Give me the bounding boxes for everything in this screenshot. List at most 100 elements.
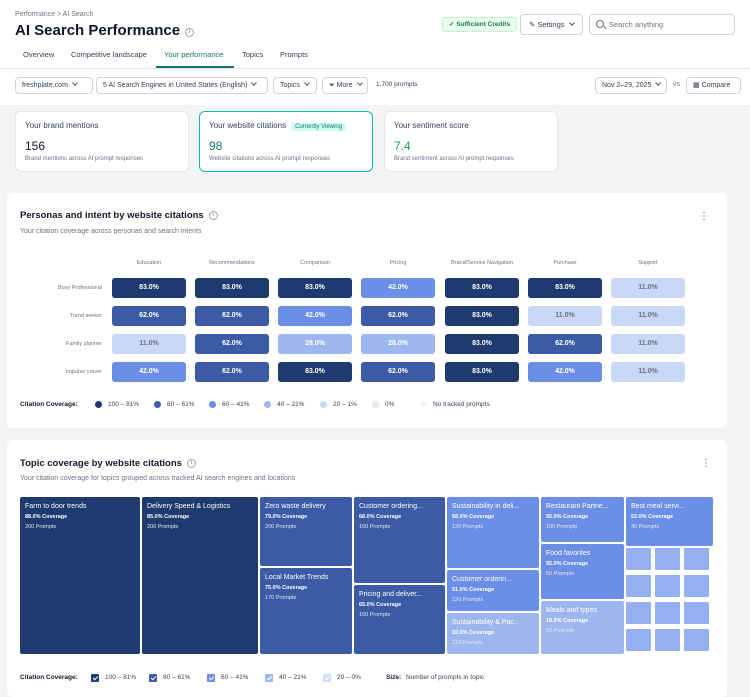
topic-tile-name: Delivery Speed & Logistics: [147, 503, 231, 510]
tab-competitive-landscape[interactable]: Competitive landscape: [71, 50, 147, 59]
topic-tile[interactable]: Sustainability & Pac... 32.0% Coverage 110…: [447, 613, 539, 654]
legend-checkbox[interactable]: [149, 674, 157, 682]
breadcrumb[interactable]: Performance > AI Search: [15, 11, 93, 18]
topic-tile[interactable]: Meals and types 18.0% Coverage 50 Prompts: [541, 601, 624, 654]
more-options-icon[interactable]: ⋮: [701, 459, 711, 469]
heatmap-cell[interactable]: 11.0%: [611, 278, 685, 298]
topic-tile-name: Customer orderin...: [452, 576, 512, 583]
topic-tile-small[interactable]: [684, 629, 709, 651]
heatmap-cell[interactable]: 28.0%: [278, 334, 352, 354]
topic-tile-small[interactable]: [655, 575, 680, 597]
heatmap-cell[interactable]: 42.0%: [361, 278, 435, 298]
heatmap-cell[interactable]: 11.0%: [611, 362, 685, 382]
topic-tile[interactable]: Zero waste delivery 79.0% Coverage 200 Pro…: [260, 497, 352, 566]
heatmap-cell[interactable]: 62.0%: [195, 362, 269, 382]
heatmap-cell[interactable]: 83.0%: [195, 278, 269, 298]
heatmap-cell[interactable]: 83.0%: [445, 334, 519, 354]
metric-card-value: 7.4: [394, 139, 411, 153]
heatmap-cell[interactable]: 83.0%: [528, 278, 602, 298]
topic-tile-name: Meals and types: [546, 607, 597, 614]
heatmap-cell[interactable]: 83.0%: [278, 278, 352, 298]
compare-label: Compare: [701, 82, 731, 89]
heatmap-cell[interactable]: 62.0%: [361, 362, 435, 382]
info-icon[interactable]: i: [185, 28, 195, 37]
legend-item: No tracked prompts: [433, 401, 490, 408]
topics-panel: Topic coverage by website citations i You…: [7, 440, 727, 697]
heatmap-cell[interactable]: 11.0%: [112, 334, 186, 354]
heatmap-cell[interactable]: 83.0%: [278, 362, 352, 382]
tab-your-performance[interactable]: Your performance: [164, 50, 223, 59]
topic-tile-small[interactable]: [626, 602, 651, 624]
topic-tile[interactable]: Customer ordering... 68.0% Coverage 150 Pr…: [354, 497, 445, 583]
heatmap-cell[interactable]: 62.0%: [361, 306, 435, 326]
topics-filter[interactable]: Topics: [273, 77, 317, 94]
heatmap-cell[interactable]: 62.0%: [195, 306, 269, 326]
heatmap-cell[interactable]: 11.0%: [611, 306, 685, 326]
topic-tile-small[interactable]: [684, 575, 709, 597]
tab-topics[interactable]: Topics: [242, 50, 263, 59]
topic-tile-name: Food favorites: [546, 550, 591, 557]
topic-tile[interactable]: Pricing and deliver... 65.0% Coverage 150 …: [354, 585, 445, 654]
topic-tile-small[interactable]: [684, 548, 709, 570]
legend-item: 20 – 1%: [333, 401, 357, 408]
heatmap-cell[interactable]: 83.0%: [445, 362, 519, 382]
topic-tile-small[interactable]: [655, 602, 680, 624]
settings-button[interactable]: ✎ Settings: [520, 14, 583, 35]
tab-prompts[interactable]: Prompts: [280, 50, 308, 59]
topic-tile-prompts: 200 Prompts: [265, 524, 297, 530]
topic-tile-small[interactable]: [684, 602, 709, 624]
heatmap-cell[interactable]: 83.0%: [445, 278, 519, 298]
topic-tile-coverage: 55.0% Coverage: [546, 561, 589, 567]
topic-tile[interactable]: Delivery Speed & Logistics 85.0% Coverage…: [142, 497, 258, 654]
heatmap-cell[interactable]: 42.0%: [112, 362, 186, 382]
compare-button[interactable]: ▦ Compare: [686, 77, 741, 94]
legend-checkbox[interactable]: [323, 674, 331, 682]
legend-checkbox[interactable]: [265, 674, 273, 682]
topic-tile-coverage: 52.0% Coverage: [631, 514, 674, 520]
topic-tile[interactable]: Local Market Trends 75.0% Coverage 170 Pro…: [260, 568, 352, 654]
topic-tile-small[interactable]: [655, 629, 680, 651]
topics-filter-label: Topics: [280, 82, 300, 89]
more-options-icon[interactable]: ⋮: [699, 212, 709, 222]
topic-tile-small[interactable]: [655, 548, 680, 570]
date-range-picker[interactable]: Nov 2–29, 2025: [595, 77, 667, 94]
topic-tile[interactable]: Food favorites 55.0% Coverage 50 Prompts: [541, 544, 624, 599]
topic-tile-name: Zero waste delivery: [265, 503, 326, 510]
heatmap-cell[interactable]: 62.0%: [195, 334, 269, 354]
info-icon[interactable]: i: [208, 211, 218, 220]
heatmap-cell[interactable]: 62.0%: [112, 306, 186, 326]
tab-overview[interactable]: Overview: [23, 50, 54, 59]
more-filters-button[interactable]: ⏷ More: [322, 77, 368, 94]
topic-tile[interactable]: Restaurant Partne... 55.0% Coverage 100 Pr…: [541, 497, 624, 542]
topic-tile[interactable]: Sustainability in deli... 58.0% Coverage 1…: [447, 497, 539, 568]
heatmap-cell[interactable]: 83.0%: [445, 306, 519, 326]
heatmap-cell[interactable]: 11.0%: [611, 334, 685, 354]
topic-tile-name: Best meal servi...: [631, 503, 685, 510]
metric-card[interactable]: Your brand mentions 156 Brand mentions acr…: [15, 111, 189, 172]
search-input[interactable]: Search anything: [589, 14, 735, 35]
metric-card[interactable]: Your website citations Currently Viewing 9…: [199, 111, 373, 172]
domain-filter[interactable]: freshplate.com: [15, 77, 93, 94]
legend-checkbox[interactable]: [207, 674, 215, 682]
topic-tile[interactable]: Farm to door trends 88.0% Coverage 200 Pro…: [20, 497, 140, 654]
heatmap-cell[interactable]: 83.0%: [112, 278, 186, 298]
heatmap-cell[interactable]: 42.0%: [278, 306, 352, 326]
topic-tile-small[interactable]: [626, 548, 651, 570]
heatmap-cell[interactable]: 42.0%: [528, 362, 602, 382]
topic-tile-small[interactable]: [626, 575, 651, 597]
topic-tile[interactable]: Best meal servi... 52.0% Coverage 40 Promp…: [626, 497, 713, 546]
metric-card[interactable]: Your sentiment score 7.4 Brand sentiment a…: [384, 111, 558, 172]
prompts-count: 1,700 prompts: [376, 81, 418, 88]
filter-icon: ⏷: [329, 82, 335, 89]
legend-checkbox[interactable]: [91, 674, 99, 682]
legend-swatch: [372, 401, 379, 408]
topic-tile[interactable]: Customer orderin... 51.0% Coverage 120 Pro…: [447, 570, 539, 611]
info-icon[interactable]: i: [186, 459, 196, 468]
column-header: Brand/Service Navigation: [450, 260, 514, 266]
heatmap-cell[interactable]: 62.0%: [528, 334, 602, 354]
heatmap-cell[interactable]: 28.0%: [361, 334, 435, 354]
heatmap-cell[interactable]: 11.0%: [528, 306, 602, 326]
topic-tile-small[interactable]: [626, 629, 651, 651]
legend-swatch: [209, 401, 216, 408]
engines-filter[interactable]: 5 AI Search Engines in United States (En…: [96, 77, 268, 94]
